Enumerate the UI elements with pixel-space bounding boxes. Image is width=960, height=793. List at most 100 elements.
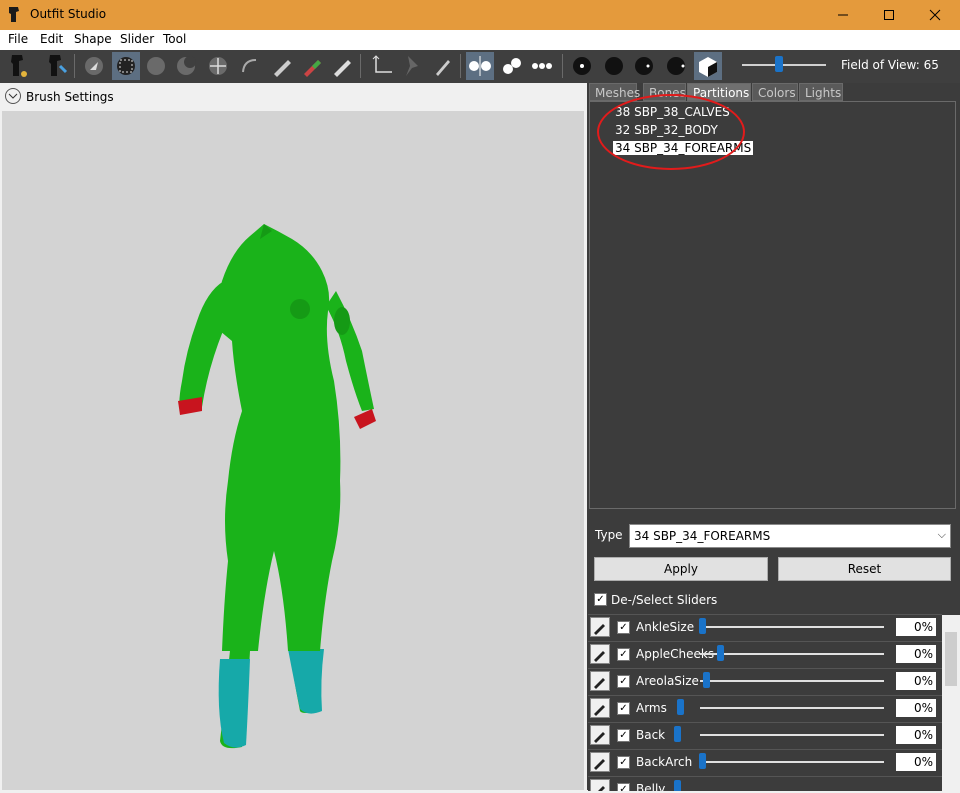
slider-row: ✓ AnkleSize 0% — [588, 614, 942, 640]
minimize-icon — [838, 14, 848, 16]
slider-track[interactable] — [700, 653, 884, 655]
tab-colors[interactable]: Colors — [752, 83, 798, 101]
pencil-icon — [594, 759, 605, 770]
slider-checkbox[interactable]: ✓ — [617, 675, 630, 688]
slider-value[interactable]: 0% — [896, 645, 936, 663]
slider-thumb[interactable] — [699, 618, 706, 634]
slider-row: ✓ AreolaSize 0% — [588, 668, 942, 694]
slider-value[interactable]: 0% — [896, 618, 936, 636]
tab-meshes[interactable]: Meshes — [589, 83, 640, 101]
slider-edit-button[interactable] — [590, 644, 610, 664]
slider-thumb[interactable] — [677, 699, 684, 715]
type-select-value: 34 SBP_34_FOREARMS — [634, 529, 771, 543]
global-brush-icon[interactable] — [528, 52, 556, 80]
chevron-down-icon: ⌵ — [937, 528, 946, 541]
body-mesh-model[interactable] — [2, 111, 584, 790]
pivot-pin-icon[interactable] — [398, 52, 426, 80]
slider-thumb[interactable] — [717, 645, 724, 661]
slider-edit-button[interactable] — [590, 698, 610, 718]
slider-thumb[interactable] — [674, 726, 681, 742]
deselect-sliders-label: De-/Select Sliders — [611, 593, 718, 607]
slider-name: AnkleSize — [636, 620, 695, 634]
slider-checkbox[interactable]: ✓ — [617, 756, 630, 769]
slider-row: ✓ Arms 0% — [588, 695, 942, 721]
lighting-cube-icon[interactable] — [694, 52, 722, 80]
slider-name: AreolaSize — [636, 674, 699, 688]
slider-edit-button[interactable] — [590, 617, 610, 637]
slider-thumb[interactable] — [699, 753, 706, 769]
slider-value[interactable]: 0% — [896, 699, 936, 717]
deselect-sliders-checkbox[interactable]: ✓ — [594, 593, 607, 606]
minimize-button[interactable] — [820, 0, 866, 30]
menu-file[interactable]: File — [8, 32, 28, 46]
slider-row: ✓ Belly — [588, 776, 942, 791]
maximize-icon — [884, 10, 894, 20]
slider-value[interactable]: 0% — [896, 726, 936, 744]
slider-edit-button[interactable] — [590, 779, 610, 791]
slider-track[interactable] — [700, 680, 884, 682]
slider-checkbox[interactable]: ✓ — [617, 621, 630, 634]
transform-icon[interactable] — [368, 52, 396, 80]
apply-button[interactable]: Apply — [594, 557, 768, 581]
color-brush-icon[interactable] — [328, 52, 356, 80]
menu-slider[interactable]: Slider — [120, 32, 154, 46]
slider-track[interactable] — [700, 626, 884, 628]
brush-settings-toggle[interactable] — [5, 88, 21, 104]
window-title: Outfit Studio — [30, 7, 107, 21]
type-select[interactable]: 34 SBP_34_FOREARMS ⌵ — [629, 524, 951, 548]
slider-thumb[interactable] — [703, 672, 710, 688]
slider-track[interactable] — [700, 761, 884, 763]
fov-slider-thumb[interactable] — [775, 56, 783, 72]
menu-tool[interactable]: Tool — [163, 32, 186, 46]
slider-checkbox[interactable]: ✓ — [617, 729, 630, 742]
type-label: Type — [595, 528, 623, 542]
tab-lights[interactable]: Lights — [799, 83, 843, 101]
inflate-brush-icon[interactable] — [142, 52, 170, 80]
slider-row: ✓ BackArch 0% — [588, 749, 942, 775]
menu-shape[interactable]: Shape — [74, 32, 112, 46]
fov-slider-track[interactable] — [742, 64, 826, 66]
3d-viewport[interactable] — [2, 111, 584, 790]
sliders-scroll-thumb[interactable] — [945, 632, 957, 686]
slider-checkbox[interactable]: ✓ — [617, 702, 630, 715]
outfit-brush-logo-icon[interactable] — [42, 52, 70, 80]
mirror-x-icon[interactable] — [466, 52, 494, 80]
maximize-button[interactable] — [866, 0, 912, 30]
pencil-icon — [594, 678, 605, 689]
weight-brush-icon[interactable] — [298, 52, 326, 80]
mask-select-icon[interactable] — [112, 52, 140, 80]
undiff-brush-icon[interactable] — [268, 52, 296, 80]
slider-thumb[interactable] — [674, 780, 681, 791]
slider-track[interactable] — [700, 707, 884, 709]
move-brush-icon[interactable] — [204, 52, 232, 80]
menu-bar: File Edit Shape Slider Tool — [0, 30, 960, 50]
dot-view-2-icon[interactable] — [600, 52, 628, 80]
dot-view-1-icon[interactable] — [568, 52, 596, 80]
pencil-icon — [598, 786, 605, 791]
slider-edit-button[interactable] — [590, 752, 610, 772]
select-cursor-icon[interactable] — [80, 52, 108, 80]
outfit-logo-icon[interactable] — [4, 52, 32, 80]
close-button[interactable] — [912, 0, 958, 30]
dot-view-4-icon[interactable] — [662, 52, 690, 80]
slider-name: Arms — [636, 701, 667, 715]
deflate-brush-icon[interactable] — [172, 52, 200, 80]
slider-checkbox[interactable]: ✓ — [617, 648, 630, 661]
pencil-icon — [594, 705, 605, 716]
slider-track[interactable] — [700, 734, 884, 736]
vertex-edit-icon[interactable] — [428, 52, 456, 80]
slider-value[interactable]: 0% — [896, 753, 936, 771]
connected-only-icon[interactable] — [498, 52, 526, 80]
pencil-icon — [594, 732, 605, 743]
slider-value[interactable]: 0% — [896, 672, 936, 690]
toolbar — [0, 50, 960, 83]
slider-name: BackArch — [636, 755, 693, 769]
chevron-down-icon — [8, 93, 18, 99]
dot-view-3-icon[interactable] — [630, 52, 658, 80]
smooth-brush-icon[interactable] — [236, 52, 264, 80]
menu-edit[interactable]: Edit — [40, 32, 63, 46]
app-logo-icon — [9, 7, 19, 22]
reset-button[interactable]: Reset — [778, 557, 951, 581]
slider-edit-button[interactable] — [590, 671, 610, 691]
slider-edit-button[interactable] — [590, 725, 610, 745]
